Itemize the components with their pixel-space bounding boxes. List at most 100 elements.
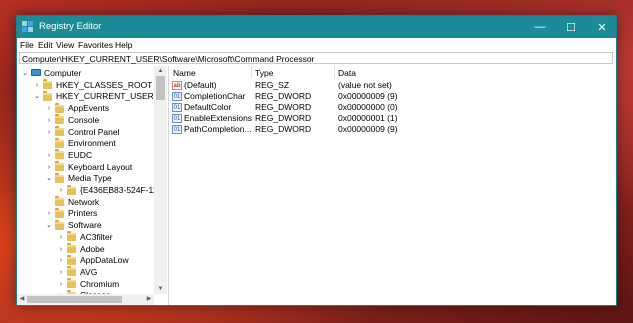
- value-type: REG_DWORD: [255, 102, 312, 112]
- value-row[interactable]: 01 EnableExtensions REG_DWORD 0x00000001 (1…: [169, 113, 616, 124]
- value-row[interactable]: ab (Default) REG_SZ (value not set): [169, 80, 616, 91]
- tree-node-label: Control Panel: [68, 126, 120, 137]
- folder-icon: [55, 126, 64, 136]
- chevron-right-icon: [45, 138, 53, 149]
- column-divider[interactable]: [334, 66, 335, 78]
- chevron-right-icon[interactable]: ›: [45, 127, 53, 138]
- value-data: 0x00000001 (1): [338, 113, 398, 123]
- folder-icon: [55, 102, 64, 113]
- close-button[interactable]: ✕: [585, 16, 619, 38]
- folder-icon: [55, 172, 64, 183]
- folder-icon: [67, 231, 76, 242]
- tree-vertical-scrollbar[interactable]: ▲ ▼: [154, 66, 167, 294]
- maximize-icon: ☐: [566, 21, 576, 34]
- chevron-right-icon[interactable]: ›: [57, 255, 65, 266]
- value-type: REG_SZ: [255, 80, 290, 90]
- tree-node-label: Computer: [44, 68, 82, 78]
- column-header-name[interactable]: Name: [173, 68, 196, 78]
- tree-node-label: Printers: [68, 208, 98, 219]
- minimize-button[interactable]: —: [523, 16, 557, 38]
- scroll-down-icon[interactable]: ▼: [154, 284, 167, 294]
- value-type: REG_DWORD: [255, 124, 312, 134]
- key-tree-pane[interactable]: ⌄ Computer › HKEY_CLASSES_ROOT ⌄ HKEY_CURRENT…: [17, 66, 169, 305]
- scroll-left-icon[interactable]: ◀: [17, 294, 27, 305]
- tree-node-label: HKEY_CURRENT_USER: [56, 91, 154, 102]
- value-name: CompletionChar: [184, 91, 246, 101]
- folder-icon: [67, 278, 76, 289]
- tree-node-label: AC3filter: [80, 231, 113, 242]
- window-title: Registry Editor: [39, 21, 102, 32]
- chevron-down-icon[interactable]: ⌄: [45, 173, 53, 184]
- folder-icon: [67, 243, 76, 253]
- maximize-button[interactable]: ☐: [554, 16, 588, 38]
- tree-node-label: Network: [68, 196, 100, 207]
- folder-icon: [67, 266, 76, 277]
- tree-node-label: Console: [68, 114, 100, 125]
- value-data: 0x00000009 (9): [338, 124, 398, 134]
- folder-icon: [43, 90, 52, 101]
- chevron-right-icon[interactable]: ›: [57, 185, 65, 196]
- tree-node-label: {E436EB83-524F-11C: [80, 185, 164, 195]
- registry-app-icon: [22, 21, 33, 32]
- folder-icon: [43, 79, 52, 90]
- chevron-right-icon[interactable]: ›: [45, 208, 53, 219]
- menu-edit[interactable]: Edit: [38, 40, 53, 50]
- scroll-thumb[interactable]: [156, 76, 165, 100]
- column-header-data[interactable]: Data: [338, 68, 356, 78]
- value-row[interactable]: 01 DefaultColor REG_DWORD 0x00000000 (0): [169, 102, 616, 113]
- tree-node-label: Environment: [68, 138, 116, 149]
- chevron-right-icon[interactable]: ›: [57, 279, 65, 290]
- registry-editor-window: Registry Editor — ☐ ✕ File Edit View Fav…: [16, 15, 617, 306]
- binary-value-icon: 01: [172, 125, 182, 134]
- tree-node-label: AppEvents: [68, 103, 110, 114]
- chevron-right-icon[interactable]: ›: [33, 80, 41, 91]
- close-icon: ✕: [597, 21, 607, 34]
- tree-horizontal-scrollbar[interactable]: ◀ ▶: [17, 294, 154, 305]
- menu-favorites[interactable]: Favorites: [78, 40, 113, 50]
- scroll-right-icon[interactable]: ▶: [144, 294, 154, 305]
- chevron-down-icon[interactable]: ⌄: [21, 68, 29, 79]
- tree-node-label: EUDC: [68, 149, 93, 160]
- minimize-icon: —: [534, 21, 546, 33]
- value-type: REG_DWORD: [255, 113, 312, 123]
- tree-node-label: HKEY_CLASSES_ROOT: [56, 79, 153, 90]
- menu-view[interactable]: View: [56, 40, 74, 50]
- folder-icon: [67, 254, 76, 265]
- scroll-up-icon[interactable]: ▲: [154, 66, 167, 76]
- folder-icon: [55, 137, 64, 148]
- chevron-right-icon[interactable]: ›: [57, 244, 65, 255]
- tree-node-label: Keyboard Layout: [68, 161, 133, 172]
- hscroll-thumb[interactable]: [27, 296, 122, 303]
- value-row[interactable]: 01 PathCompletion... REG_DWORD 0x00000009 (…: [169, 124, 616, 135]
- chevron-right-icon[interactable]: ›: [45, 150, 53, 161]
- folder-icon: [55, 219, 64, 230]
- folder-icon: [55, 196, 64, 207]
- tree-node-label: Software: [68, 220, 102, 231]
- menu-file[interactable]: File: [20, 40, 34, 50]
- value-row[interactable]: 01 CompletionChar REG_DWORD 0x00000009 (9): [169, 91, 616, 102]
- folder-icon: [55, 114, 64, 125]
- chevron-right-icon: [45, 197, 53, 208]
- tree-node-label: Media Type: [68, 173, 112, 184]
- binary-value-icon: 01: [172, 114, 182, 123]
- folder-icon: [55, 149, 64, 160]
- binary-value-icon: 01: [172, 103, 182, 112]
- values-pane[interactable]: Name Type Data ab (Default) REG_SZ (value n…: [169, 66, 616, 305]
- column-divider[interactable]: [251, 66, 252, 78]
- chevron-down-icon[interactable]: ⌄: [45, 220, 53, 231]
- chevron-down-icon[interactable]: ⌄: [33, 91, 41, 102]
- column-header-type[interactable]: Type: [255, 68, 273, 78]
- chevron-right-icon[interactable]: ›: [45, 103, 53, 114]
- value-type: REG_DWORD: [255, 91, 312, 101]
- tree-node-label: AVG: [80, 266, 98, 277]
- chevron-right-icon[interactable]: ›: [45, 115, 53, 126]
- chevron-right-icon[interactable]: ›: [57, 267, 65, 278]
- chevron-right-icon[interactable]: ›: [57, 232, 65, 243]
- chevron-right-icon[interactable]: ›: [45, 162, 53, 173]
- folder-icon: [67, 184, 76, 195]
- value-data: 0x00000000 (0): [338, 102, 398, 112]
- menu-help[interactable]: Help: [115, 40, 132, 50]
- address-bar[interactable]: Computer\HKEY_CURRENT_USER\Software\Micr…: [19, 52, 613, 64]
- value-name: EnableExtensions: [184, 113, 253, 123]
- title-bar[interactable]: Registry Editor — ☐ ✕: [17, 16, 616, 38]
